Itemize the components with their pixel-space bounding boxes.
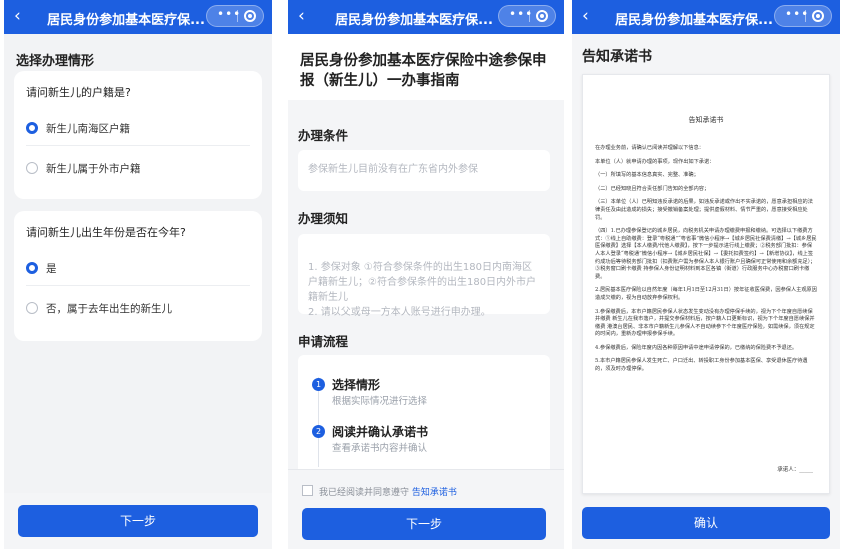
notes-heading: 办理须知 [298, 211, 349, 226]
doc-paragraph: 3.参保缴费后，本市户籍居民参保人状态发生变动没有办理停保手续的，视为下个年度自… [595, 308, 815, 338]
screen-situation-select: ‹ 居民身份参加基本医疗保... ••• 选择办理情形 请问新生儿的户籍是? 新… [4, 0, 272, 549]
step-name: 阅读并确认承诺书 [332, 425, 429, 439]
commitment-document: 告知承诺书 在办理业务前，请确认已阅读并理解以下信息： 本单位（人）就申请办理的… [582, 74, 830, 494]
doc-paragraph: 2.居民基本医疗保险以自然年度（每年1月1日至12月31日）按年征收医保费，因参… [595, 287, 817, 301]
doc-paragraph: （四）1.已办理参保登记的城乡居民，向税务机关申请办理缴费申报和缴纳。可选择以下… [595, 228, 817, 280]
document-body: 在办理业务前，请确认已阅读并理解以下信息： 本单位（人）就申请办理的事项，现作出… [595, 145, 817, 380]
step-name: 选择情形 [332, 378, 381, 392]
doc-paragraph: 5.本市户籍居民参保人发生死亡、户口迁出、转投职工身份参加基本医保、享受退休医疗… [595, 358, 808, 373]
doc-paragraph: 在办理业务前，请确认已阅读并理解以下信息： [595, 145, 704, 151]
radio-selected-icon[interactable] [26, 122, 38, 134]
step-desc: 根据实际情况进行选择 [332, 396, 428, 407]
document-title: 告知承诺书 [688, 116, 724, 124]
agree-checkbox[interactable] [302, 485, 313, 496]
agreement-link[interactable]: 告知承诺书 [412, 488, 457, 498]
process-heading: 申请流程 [298, 334, 349, 349]
step-number-badge: 1 [312, 378, 325, 391]
agree-text: 我已经阅读并同意遵守 [319, 488, 410, 498]
capsule-divider [529, 10, 530, 22]
section-heading: 选择办理情形 [16, 54, 95, 69]
doc-paragraph: （二）已经知晓且符合责任部门告知的全部内容； [595, 185, 710, 192]
question-text: 请问新生儿出生年份是否在今年? [26, 226, 186, 239]
radio-unselected-icon[interactable] [26, 162, 38, 174]
agreement-row: 我已经阅读并同意遵守 告知承诺书 [302, 485, 457, 498]
option-nanhai-household[interactable]: 新生儿南海区户籍 [26, 111, 250, 146]
conditions-text: 参保新生儿目前没有在广东省内外参保 [308, 164, 478, 175]
confirm-button[interactable]: 确认 [582, 507, 830, 539]
radio-unselected-icon[interactable] [26, 302, 38, 314]
bottom-bar: 我已经阅读并同意遵守 告知承诺书 下一步 [288, 469, 564, 549]
radio-selected-icon[interactable] [26, 262, 38, 274]
miniprogram-capsule[interactable]: ••• [774, 5, 832, 27]
miniprogram-capsule[interactable]: ••• [206, 5, 264, 27]
process-box [298, 355, 550, 475]
conditions-box: 参保新生儿目前没有在广东省内外参保 [298, 150, 550, 191]
doc-paragraph: （三）本单位（人）已明知违反承诺的后果，如违反承诺或作出不实承诺的，愿意承担相应… [595, 199, 813, 221]
signature-line: 承诺人：_____ [777, 467, 813, 473]
doc-paragraph: 本单位（人）就申请办理的事项，现作出如下承诺： [595, 158, 715, 165]
step-number-badge: 2 [312, 425, 325, 438]
option-born-this-year[interactable]: 是 [26, 251, 250, 286]
bottom-bar: 下一步 [4, 493, 272, 549]
title-bar: ‹ 居民身份参加基本医疗保... ••• [4, 0, 272, 34]
option-born-last-year[interactable]: 否，属于去年出生的新生儿 [26, 291, 250, 325]
option-label: 否，属于去年出生的新生儿 [46, 303, 172, 315]
close-target-icon[interactable] [812, 10, 824, 22]
capsule-divider [237, 10, 238, 22]
next-button[interactable]: 下一步 [18, 505, 258, 537]
screen-guide: ‹ 居民身份参加基本医疗保... ••• 居民身份参加基本医疗保险中途参保申报（… [288, 0, 564, 549]
option-label: 新生儿属于外市户籍 [46, 163, 141, 175]
option-label: 新生儿南海区户籍 [46, 123, 130, 135]
guide-title: 居民身份参加基本医疗保险中途参保申报（新生儿）一办事指南 [300, 53, 547, 89]
notes-text: 1. 参保对象 ①符合参保条件的出生180日内南海区户籍新生儿；②符合参保条件的… [308, 262, 537, 318]
step-desc: 查看承诺书内容并确认 [332, 443, 428, 454]
notes-box: 1. 参保对象 ①符合参保条件的出生180日内南海区户籍新生儿；②符合参保条件的… [298, 234, 550, 318]
bottom-bar: 确认 [572, 499, 840, 549]
next-button[interactable]: 下一步 [302, 508, 546, 540]
close-target-icon[interactable] [244, 10, 256, 22]
title-bar: ‹ 居民身份参加基本医疗保... ••• [288, 0, 564, 34]
conditions-heading: 办理条件 [298, 128, 349, 143]
commitment-heading: 告知承诺书 [582, 49, 652, 65]
screen-commitment: ‹ 居民身份参加基本医疗保... ••• 告知承诺书 告知承诺书 在办理业务前，… [572, 0, 840, 549]
capsule-divider [805, 10, 806, 22]
close-target-icon[interactable] [536, 10, 548, 22]
option-other-city-household[interactable]: 新生儿属于外市户籍 [26, 151, 250, 185]
question-text: 请问新生儿的户籍是? [26, 86, 131, 99]
title-bar: ‹ 居民身份参加基本医疗保... ••• [572, 0, 840, 34]
question-card-household: 请问新生儿的户籍是? 新生儿南海区户籍 新生儿属于外市户籍 [14, 71, 262, 199]
miniprogram-capsule[interactable]: ••• [498, 5, 556, 27]
option-label: 是 [46, 263, 57, 275]
doc-paragraph: 4.参保缴费后，保险年度内因各种原因申请中途申请停保的，已缴纳的保险费不予退还。 [595, 344, 798, 351]
doc-paragraph: （一）所填写的基本信息真实、完整、准确； [595, 172, 699, 179]
question-card-birth-year: 请问新生儿出生年份是否在今年? 是 否，属于去年出生的新生儿 [14, 211, 262, 341]
